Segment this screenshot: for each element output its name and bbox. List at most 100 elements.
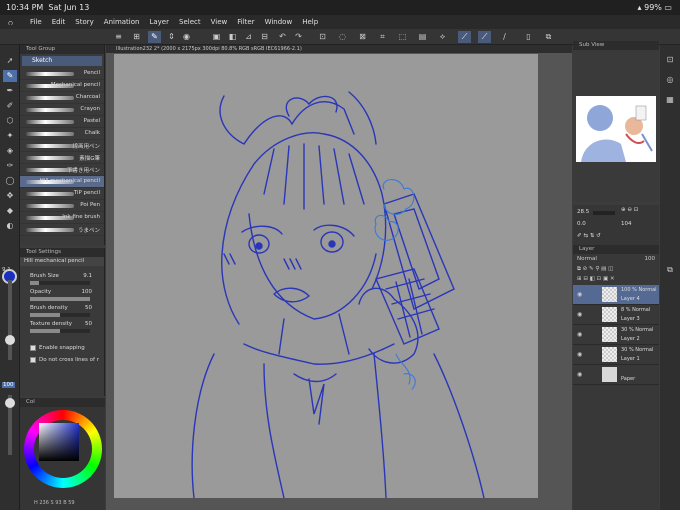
brush-stroke-preview bbox=[26, 144, 74, 148]
menu-story[interactable]: Story bbox=[75, 18, 94, 26]
brush-item[interactable]: Pastel bbox=[20, 116, 104, 128]
angle-value[interactable]: 104 bbox=[621, 221, 632, 227]
zoom-controls[interactable]: ⊕ ⊖ ⊡ bbox=[621, 207, 638, 213]
brush-item[interactable]: うまペン bbox=[20, 224, 104, 236]
layer-tool-icons-2[interactable]: ⊞ ⊟ ◧ ⊡ ▣ ✕ bbox=[573, 274, 659, 284]
document-tab[interactable]: Illustration232 2* (2000 x 2175px 300dpi… bbox=[106, 45, 572, 53]
layer-opacity-value[interactable]: 100 bbox=[645, 254, 656, 264]
brush-density-setting[interactable]: Brush density 50 bbox=[20, 304, 104, 320]
blend-mode[interactable]: Normal bbox=[577, 256, 597, 262]
brush-item[interactable]: Hill mechanical pencil bbox=[20, 176, 104, 188]
operation-tool-icon[interactable]: ➚ bbox=[3, 55, 17, 67]
brush-item[interactable]: Pencil bbox=[20, 68, 104, 80]
brush-item[interactable]: Ink fine brush bbox=[20, 212, 104, 224]
eye-icon[interactable]: ◉ bbox=[577, 331, 582, 338]
invert-icon[interactable]: ⊠ bbox=[356, 31, 369, 43]
ruler-icon[interactable]: ⊿ bbox=[242, 31, 255, 43]
lasso-icon[interactable]: ⟡ bbox=[436, 31, 449, 43]
menu-filter[interactable]: Filter bbox=[237, 18, 254, 26]
opacity-setting[interactable]: Opacity 100 bbox=[20, 288, 104, 304]
canvas[interactable] bbox=[114, 54, 538, 498]
undo-icon[interactable]: ↶ bbox=[276, 31, 289, 43]
reference-image-thumbnail[interactable] bbox=[576, 96, 656, 162]
vector-icon[interactable]: ⟋ bbox=[478, 31, 491, 43]
size-slider-knob[interactable] bbox=[5, 335, 15, 345]
menu-file[interactable]: File bbox=[30, 18, 42, 26]
eye-icon[interactable]: ◉ bbox=[577, 351, 582, 358]
brush-item[interactable]: Crayon bbox=[20, 104, 104, 116]
layer-blend-row[interactable]: Normal 100 bbox=[573, 254, 659, 264]
brush-item[interactable]: 素描G筆 bbox=[20, 152, 104, 164]
deselect-icon[interactable]: ◌ bbox=[336, 31, 349, 43]
layer-row[interactable]: ◉ 100 % Normal Layer 4 bbox=[573, 285, 659, 305]
text-tool-icon[interactable]: ◐ bbox=[3, 220, 17, 232]
no-cross-lines-checkbox[interactable]: Do not cross lines of reference layer bbox=[20, 354, 104, 366]
menu-select[interactable]: Select bbox=[179, 18, 201, 26]
rotate-value[interactable]: 0.0 bbox=[577, 221, 586, 227]
pen-mode-icon[interactable]: ✎ bbox=[148, 31, 161, 43]
layer-row[interactable]: ◉ 30 % Normal Layer 2 bbox=[573, 325, 659, 345]
airbrush-tool-icon[interactable]: ✦ bbox=[3, 130, 17, 142]
layer-tool-icons[interactable]: ⧉ ⊘ ✎ ⚲ ▤ ◫ bbox=[573, 264, 659, 274]
lasso-tool-icon[interactable]: ◯ bbox=[3, 175, 17, 187]
layer-row[interactable]: ◉ 8 % Normal Layer 3 bbox=[573, 305, 659, 325]
eye-icon[interactable]: ◉ bbox=[577, 291, 582, 298]
brush-item[interactable]: Mechanical pencil bbox=[20, 80, 104, 92]
crop-icon[interactable]: ⌗ bbox=[376, 31, 389, 43]
enable-snapping-checkbox[interactable]: Enable snapping bbox=[20, 342, 104, 354]
layer-toggle-icon[interactable]: ⧉ bbox=[664, 265, 676, 277]
saturation-brightness-square[interactable] bbox=[39, 423, 79, 461]
fill-icon[interactable]: ▣ bbox=[210, 31, 223, 43]
menu-layer[interactable]: Layer bbox=[149, 18, 169, 26]
layer-thumbnail bbox=[602, 367, 617, 382]
size-slider[interactable] bbox=[8, 280, 12, 360]
brush-item[interactable]: TiP pencil bbox=[20, 188, 104, 200]
clear-icon[interactable]: ⬚ bbox=[396, 31, 409, 43]
line-icon[interactable]: ∕ bbox=[498, 31, 511, 43]
move-tool-icon[interactable]: ✥ bbox=[3, 190, 17, 202]
color-toggle-icon[interactable]: ◎ bbox=[664, 75, 676, 87]
eraser-tool-icon[interactable]: ⬡ bbox=[3, 115, 17, 127]
fill-tool-icon[interactable]: ◆ bbox=[3, 205, 17, 217]
menu-animation[interactable]: Animation bbox=[104, 18, 140, 26]
brush-item[interactable]: Chalk bbox=[20, 128, 104, 140]
subtool-group-tab[interactable]: Sketch bbox=[22, 56, 102, 66]
stabilizer-icon[interactable]: ⟋ bbox=[458, 31, 471, 43]
eye-icon[interactable]: ◉ bbox=[577, 371, 582, 378]
brush-item[interactable]: 下書き用ペン bbox=[20, 164, 104, 176]
layers-quick-icon[interactable]: ⧉ bbox=[542, 31, 555, 43]
transform-icon[interactable]: ◧ bbox=[226, 31, 239, 43]
grid-icon[interactable]: ⊞ bbox=[130, 31, 143, 43]
redo-icon[interactable]: ↷ bbox=[292, 31, 305, 43]
brush-item[interactable]: Charcoal bbox=[20, 92, 104, 104]
save-icon[interactable]: ⊟ bbox=[258, 31, 271, 43]
color-set-icon[interactable]: ◉ bbox=[180, 31, 193, 43]
menu-icon[interactable]: ≡ bbox=[112, 31, 125, 43]
opacity-slider-knob[interactable] bbox=[5, 398, 15, 408]
brush-item[interactable]: Poi Pen bbox=[20, 200, 104, 212]
blend-tool-icon[interactable]: ◈ bbox=[3, 145, 17, 157]
chevron-icon[interactable]: ⇕ bbox=[165, 31, 178, 43]
menu-view[interactable]: View bbox=[211, 18, 228, 26]
nav-tools[interactable]: ✐ ⇆ ⇅ ↺ bbox=[577, 233, 601, 239]
eyedropper-tool-icon[interactable]: ✑ bbox=[3, 160, 17, 172]
select-all-icon[interactable]: ⊡ bbox=[316, 31, 329, 43]
material-toggle-icon[interactable]: ▦ bbox=[664, 95, 676, 107]
fill-selection-icon[interactable]: ▤ bbox=[416, 31, 429, 43]
memo-icon[interactable]: ▯ bbox=[522, 31, 535, 43]
menu-window[interactable]: Window bbox=[265, 18, 293, 26]
pencil-tool-icon[interactable]: ✎ bbox=[3, 70, 17, 82]
texture-density-setting[interactable]: Texture density 50 bbox=[20, 320, 104, 336]
layer-row[interactable]: ◉ 30 % Normal Layer 1 bbox=[573, 345, 659, 365]
zoom-slider[interactable] bbox=[593, 211, 615, 215]
subview-toggle-icon[interactable]: ⊡ bbox=[664, 55, 676, 67]
menu-edit[interactable]: Edit bbox=[52, 18, 66, 26]
brush-tool-icon[interactable]: ✐ bbox=[3, 100, 17, 112]
layer-row[interactable]: ◉ Paper bbox=[573, 365, 659, 385]
zoom-value[interactable]: 28.5 bbox=[577, 209, 589, 215]
pen-tool-icon[interactable]: ✒ bbox=[3, 85, 17, 97]
eye-icon[interactable]: ◉ bbox=[577, 311, 582, 318]
brush-size-setting[interactable]: Brush Size 9.1 bbox=[20, 272, 104, 288]
brush-item[interactable]: 線画用ペン bbox=[20, 140, 104, 152]
menu-help[interactable]: Help bbox=[302, 18, 318, 26]
